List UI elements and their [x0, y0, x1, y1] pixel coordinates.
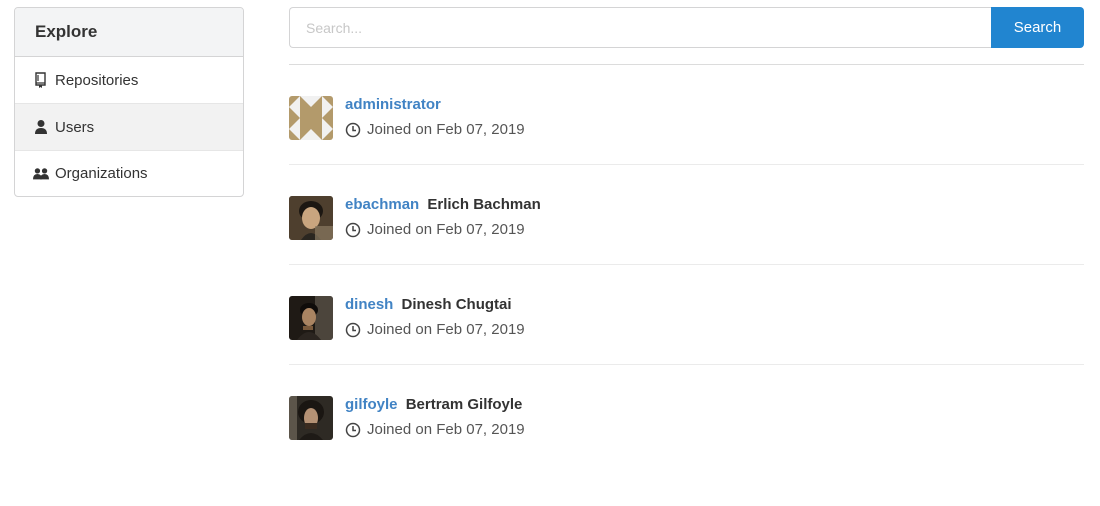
sidebar-item-label: Organizations [55, 165, 148, 182]
list-item: gilfoyle Bertram Gilfoyle Joined on Feb … [289, 365, 1084, 465]
joined-text: Joined on Feb 07, 2019 [367, 321, 525, 338]
repo-icon [33, 72, 49, 88]
explore-sidebar: Explore Repositories Users Organizations [14, 7, 244, 197]
list-item: dinesh Dinesh Chugtai Joined on Feb 07, … [289, 265, 1084, 365]
username-link[interactable]: gilfoyle [345, 396, 398, 413]
full-name: Dinesh Chugtai [401, 296, 512, 313]
explore-users-page: Explore Repositories Users Organizations… [0, 0, 1100, 506]
username-link[interactable]: ebachman [345, 196, 419, 213]
sidebar-header: Explore [15, 8, 243, 57]
clock-icon [345, 122, 361, 138]
username-link[interactable]: dinesh [345, 296, 393, 313]
search-input[interactable] [289, 7, 991, 48]
clock-icon [345, 222, 361, 238]
user-name-line: dinesh Dinesh Chugtai [345, 296, 512, 313]
avatar[interactable] [289, 396, 333, 440]
joined-date: Joined on Feb 07, 2019 [345, 121, 525, 138]
avatar[interactable] [289, 296, 333, 340]
avatar[interactable] [289, 196, 333, 240]
joined-date: Joined on Feb 07, 2019 [345, 421, 525, 438]
search-button[interactable]: Search [991, 7, 1084, 48]
joined-text: Joined on Feb 07, 2019 [367, 421, 525, 438]
full-name: Erlich Bachman [427, 196, 541, 213]
joined-text: Joined on Feb 07, 2019 [367, 221, 525, 238]
joined-date: Joined on Feb 07, 2019 [345, 221, 525, 238]
person-icon [33, 119, 49, 135]
username-link[interactable]: administrator [345, 96, 441, 113]
sidebar-item-users[interactable]: Users [15, 104, 243, 151]
avatar[interactable] [289, 96, 333, 140]
search-bar: Search [289, 7, 1084, 48]
list-item: ebachman Erlich Bachman Joined on Feb 07… [289, 165, 1084, 265]
user-name-line: ebachman Erlich Bachman [345, 196, 541, 213]
user-list: administrator Joined on Feb 07, 2019 eba… [289, 65, 1084, 465]
joined-date: Joined on Feb 07, 2019 [345, 321, 525, 338]
full-name: Bertram Gilfoyle [405, 396, 523, 413]
sidebar-item-label: Users [55, 118, 95, 136]
joined-text: Joined on Feb 07, 2019 [367, 121, 525, 138]
sidebar-item-label: Repositories [55, 71, 139, 89]
clock-icon [345, 322, 361, 338]
user-name-line: gilfoyle Bertram Gilfoyle [345, 396, 522, 413]
clock-icon [345, 422, 361, 438]
user-name-line: administrator [345, 96, 445, 113]
sidebar-item-repositories[interactable]: Repositories [15, 57, 243, 104]
list-item: administrator Joined on Feb 07, 2019 [289, 65, 1084, 165]
organization-icon [33, 166, 49, 182]
sidebar-item-organizations[interactable]: Organizations [15, 151, 243, 196]
